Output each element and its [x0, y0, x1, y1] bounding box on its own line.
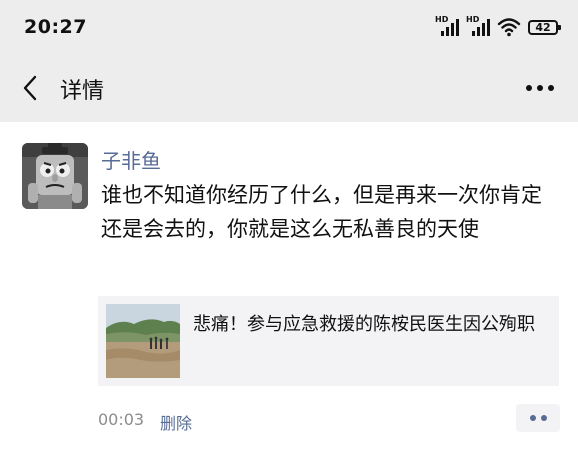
author-name[interactable]: 子非鱼 — [101, 145, 161, 174]
signal-icon: HD — [435, 16, 459, 38]
moment-post: 子非鱼 谁也不知道你经历了什么，但是再来一次你肯定还是会去的，你就是这么无私善良… — [0, 122, 578, 471]
network-label: HD — [435, 15, 449, 24]
page-title: 详情 — [60, 79, 105, 104]
nav-bar: 详情 — [0, 56, 578, 122]
flood-scene-thumbnail — [106, 304, 180, 378]
more-button[interactable] — [520, 74, 560, 102]
comment-dots-icon — [529, 415, 536, 421]
more-dots-icon — [526, 85, 554, 91]
comment-dots-icon — [540, 415, 547, 421]
signal-icon: HD — [466, 16, 490, 38]
like-comment-button[interactable] — [516, 404, 560, 432]
avatar[interactable] — [22, 143, 88, 209]
avatar-image — [22, 143, 88, 209]
status-icons: HD HD 42 — [435, 14, 561, 40]
post-timestamp: 00:03 — [98, 410, 145, 429]
battery-icon: 42 — [528, 19, 561, 35]
back-button[interactable] — [12, 70, 48, 106]
shared-link-card[interactable]: 悲痛！参与应急救援的陈桉民医生因公殉职 — [98, 296, 559, 386]
post-text: 谁也不知道你经历了什么，但是再来一次你肯定还是会去的，你就是这么无私善良的天使 — [101, 183, 542, 241]
status-time: 20:27 — [24, 16, 87, 38]
delete-button[interactable]: 删除 — [160, 410, 192, 434]
network-label: HD — [466, 15, 480, 24]
link-title: 悲痛！参与应急救援的陈桉民医生因公殉职 — [193, 314, 535, 335]
wifi-icon — [497, 18, 521, 37]
link-thumbnail — [106, 304, 180, 378]
top-area: 20:27 HD HD 42 详情 — [0, 0, 578, 122]
chevron-left-icon — [23, 75, 37, 101]
status-bar: 20:27 HD HD 42 — [0, 0, 578, 56]
